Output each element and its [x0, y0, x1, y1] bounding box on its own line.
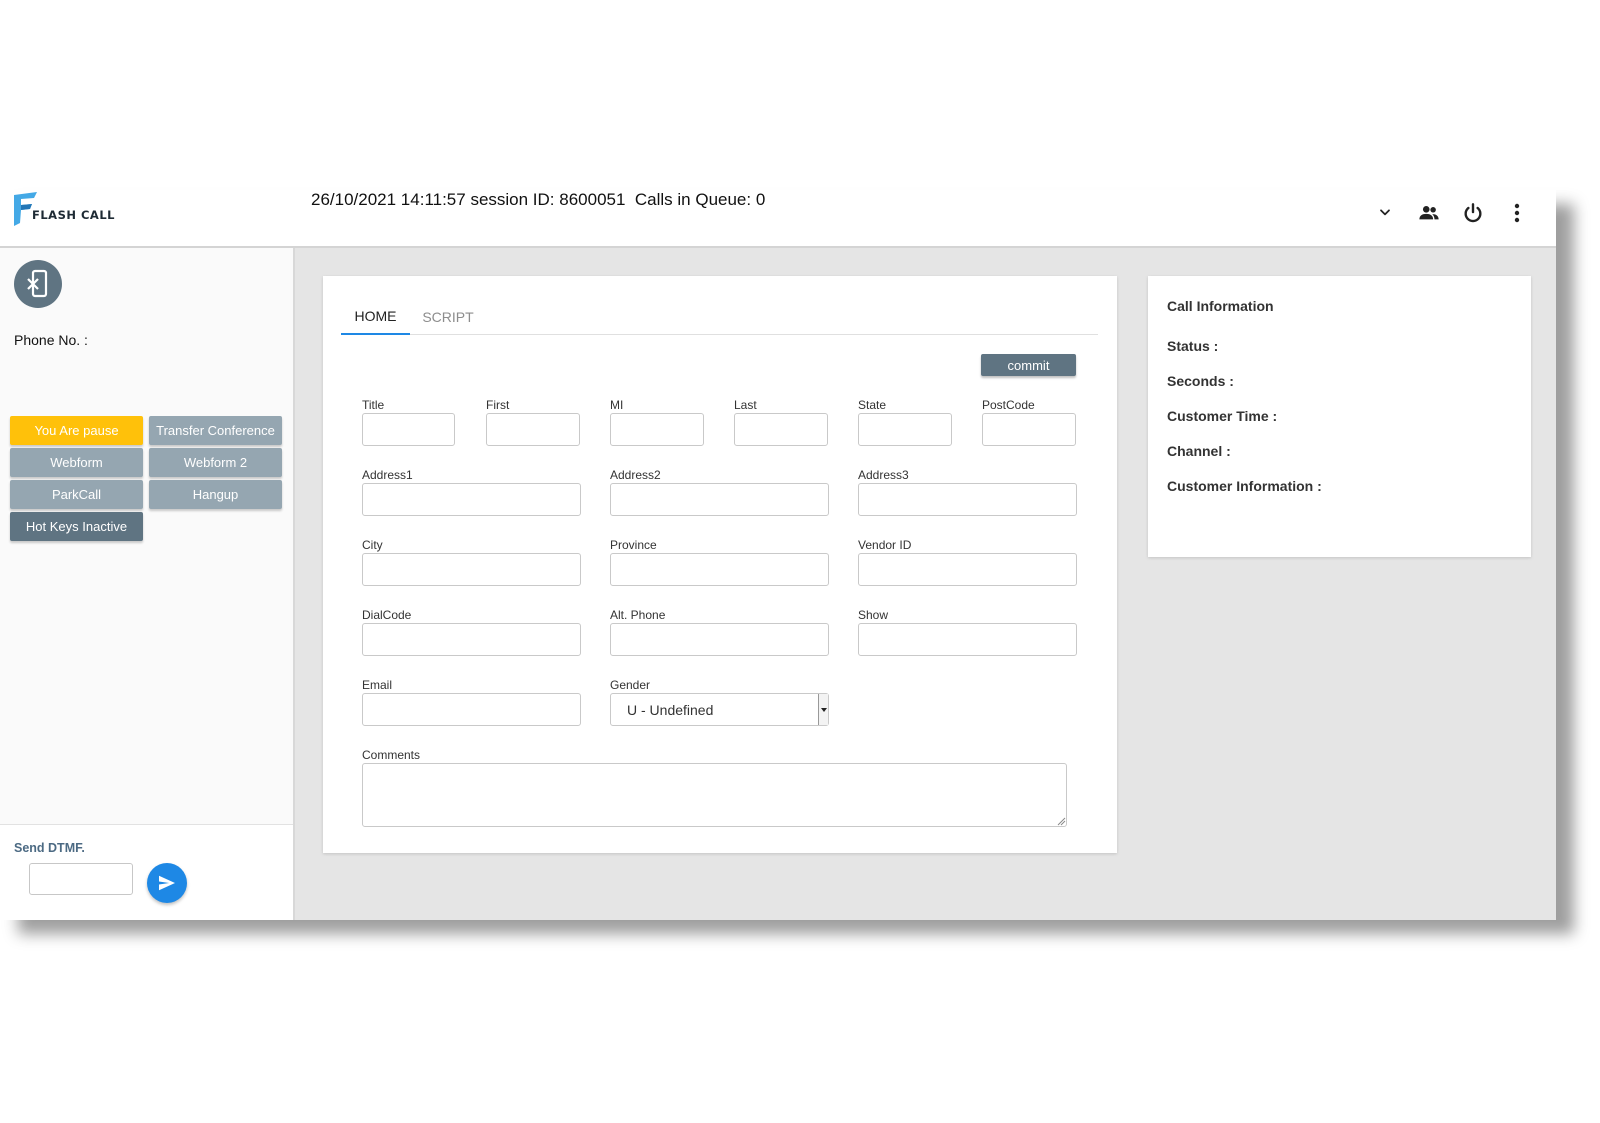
resize-handle-icon[interactable]	[1057, 817, 1066, 826]
address2-input[interactable]	[610, 483, 829, 516]
comments-label: Comments	[362, 748, 421, 762]
send-icon	[159, 875, 175, 891]
dtmf-panel: Send DTMF.	[0, 824, 293, 920]
title-label: Title	[362, 398, 385, 412]
city-label: City	[362, 538, 383, 552]
parkcall-button[interactable]: ParkCall	[10, 480, 143, 509]
group-icon[interactable]	[1418, 202, 1440, 224]
send-dtmf-button[interactable]	[147, 863, 187, 903]
more-vert-icon[interactable]	[1506, 202, 1528, 224]
pause-button[interactable]: You Are pause	[10, 416, 143, 445]
alt-phone-input[interactable]	[610, 623, 829, 656]
sidebar: Phone No. : You Are pause Transfer Confe…	[0, 248, 295, 920]
customer-time-label: Customer Time :	[1167, 408, 1278, 424]
hot-keys-button[interactable]: Hot Keys Inactive	[10, 512, 143, 541]
session-info: 26/10/2021 14:11:57 session ID: 8600051 …	[311, 190, 766, 209]
show-label: Show	[858, 608, 889, 622]
address3-input[interactable]	[858, 483, 1077, 516]
province-input[interactable]	[610, 553, 829, 586]
alt-phone-label: Alt. Phone	[610, 608, 666, 622]
address3-label: Address3	[858, 468, 909, 482]
call-information-card: Call Information Status : Seconds : Cust…	[1148, 276, 1531, 557]
email-input[interactable]	[362, 693, 581, 726]
transfer-conference-button[interactable]: Transfer Conference	[149, 416, 282, 445]
seconds-label: Seconds :	[1167, 373, 1234, 389]
status-label: Status :	[1167, 338, 1219, 354]
dtmf-input[interactable]	[29, 863, 133, 895]
address1-input[interactable]	[362, 483, 581, 516]
province-label: Province	[610, 538, 657, 552]
dialcode-label: DialCode	[362, 608, 412, 622]
first-input[interactable]	[486, 413, 580, 446]
dialcode-input[interactable]	[362, 623, 581, 656]
address2-label: Address2	[610, 468, 661, 482]
tab-bar: HOME SCRIPT	[341, 298, 1098, 335]
mi-input[interactable]	[610, 413, 704, 446]
phone-hangup-button[interactable]	[14, 260, 62, 308]
last-label: Last	[734, 398, 757, 412]
gender-label: Gender	[610, 678, 651, 692]
vendor-id-input[interactable]	[858, 553, 1077, 586]
hangup-button[interactable]: Hangup	[149, 480, 282, 509]
app-window: FLASH CALL 26/10/2021 14:11:57 session I…	[0, 190, 1556, 920]
call-information-title: Call Information	[1167, 298, 1274, 314]
top-icons	[1374, 202, 1528, 224]
gender-select[interactable]: U - Undefined	[610, 693, 829, 726]
vendor-id-label: Vendor ID	[858, 538, 912, 552]
tab-home[interactable]: HOME	[341, 298, 410, 335]
email-label: Email	[362, 678, 393, 692]
gender-selected-value: U - Undefined	[627, 701, 714, 718]
tab-script[interactable]: SCRIPT	[410, 298, 486, 335]
webform-button[interactable]: Webform	[10, 448, 143, 477]
postcode-label: PostCode	[982, 398, 1035, 412]
power-icon[interactable]	[1462, 202, 1484, 224]
title-input[interactable]	[362, 413, 455, 446]
city-input[interactable]	[362, 553, 581, 586]
mi-label: MI	[610, 398, 624, 412]
customer-information-label: Customer Information :	[1167, 478, 1322, 494]
postcode-input[interactable]	[982, 413, 1076, 446]
phone-off-icon	[27, 269, 48, 298]
logo-text: FLASH CALL	[32, 208, 115, 222]
dtmf-label: Send DTMF.	[14, 841, 85, 855]
flash-call-logo: FLASH CALL	[13, 192, 133, 228]
chevron-down-icon[interactable]	[1374, 202, 1396, 224]
show-input[interactable]	[858, 623, 1077, 656]
address1-label: Address1	[362, 468, 413, 482]
last-input[interactable]	[734, 413, 828, 446]
state-input[interactable]	[858, 413, 952, 446]
webform-2-button[interactable]: Webform 2	[149, 448, 282, 477]
dropdown-arrow-icon[interactable]	[818, 694, 828, 725]
state-label: State	[858, 398, 887, 412]
channel-label: Channel :	[1167, 443, 1231, 459]
commit-button[interactable]: commit	[981, 354, 1076, 376]
first-label: First	[486, 398, 510, 412]
phone-number-label: Phone No. :	[14, 332, 88, 348]
comments-textarea[interactable]	[362, 763, 1067, 827]
main-form-card: HOME SCRIPT commit Title First MI Last S…	[323, 276, 1117, 853]
top-bar: FLASH CALL 26/10/2021 14:11:57 session I…	[0, 190, 1556, 248]
